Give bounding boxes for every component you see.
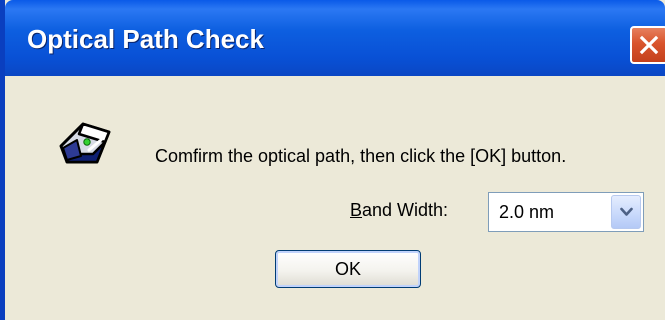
title-bar[interactable]: Optical Path Check	[5, 0, 665, 76]
band-width-value: 2.0 nm	[499, 202, 555, 222]
band-width-label: Band Width:	[350, 200, 448, 221]
dropdown-button[interactable]	[611, 195, 641, 229]
close-button[interactable]	[630, 26, 665, 64]
band-width-select[interactable]: 2.0 nm	[488, 192, 644, 232]
instruction-message: Comfirm the optical path, then click the…	[155, 146, 567, 166]
window-title: Optical Path Check	[27, 24, 264, 54]
ok-button[interactable]: OK	[275, 250, 421, 288]
optical-instrument-icon	[59, 122, 111, 164]
close-icon	[639, 35, 659, 55]
band-width-label-text: and Width:	[362, 200, 449, 220]
band-width-accelerator: B	[350, 200, 363, 220]
dialog-window: Optical Path Check Comfirm the optical p…	[0, 0, 665, 320]
chevron-down-icon	[620, 207, 633, 216]
